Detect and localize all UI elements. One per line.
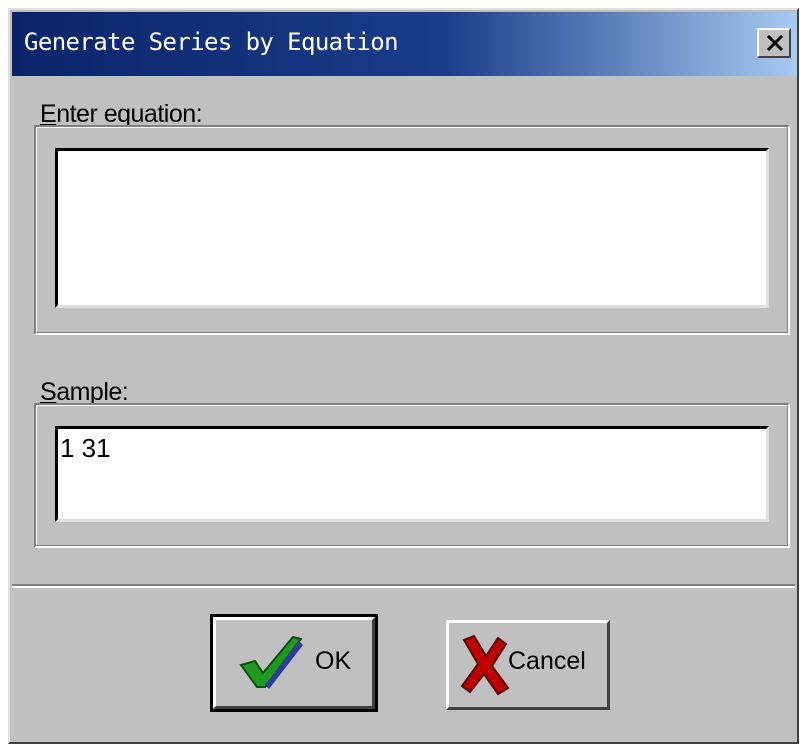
cancel-button[interactable]: Cancel [446,620,610,710]
dialog-window: Generate Series by Equation Enter equati… [8,8,799,744]
title-bar[interactable]: Generate Series by Equation [12,12,797,76]
equation-field[interactable] [55,148,769,308]
button-separator [12,584,795,588]
sample-field[interactable]: 1 31 [55,426,769,522]
ok-button[interactable]: OK [210,614,378,712]
sample-value[interactable]: 1 31 [58,429,766,519]
window-title: Generate Series by Equation [24,28,399,56]
cancel-label: Cancel [508,647,586,675]
checkmark-icon [239,635,303,689]
equation-input[interactable] [58,151,766,305]
close-icon [766,35,784,51]
ok-label: OK [315,647,352,675]
close-button[interactable] [757,28,791,58]
red-x-icon [460,634,510,696]
